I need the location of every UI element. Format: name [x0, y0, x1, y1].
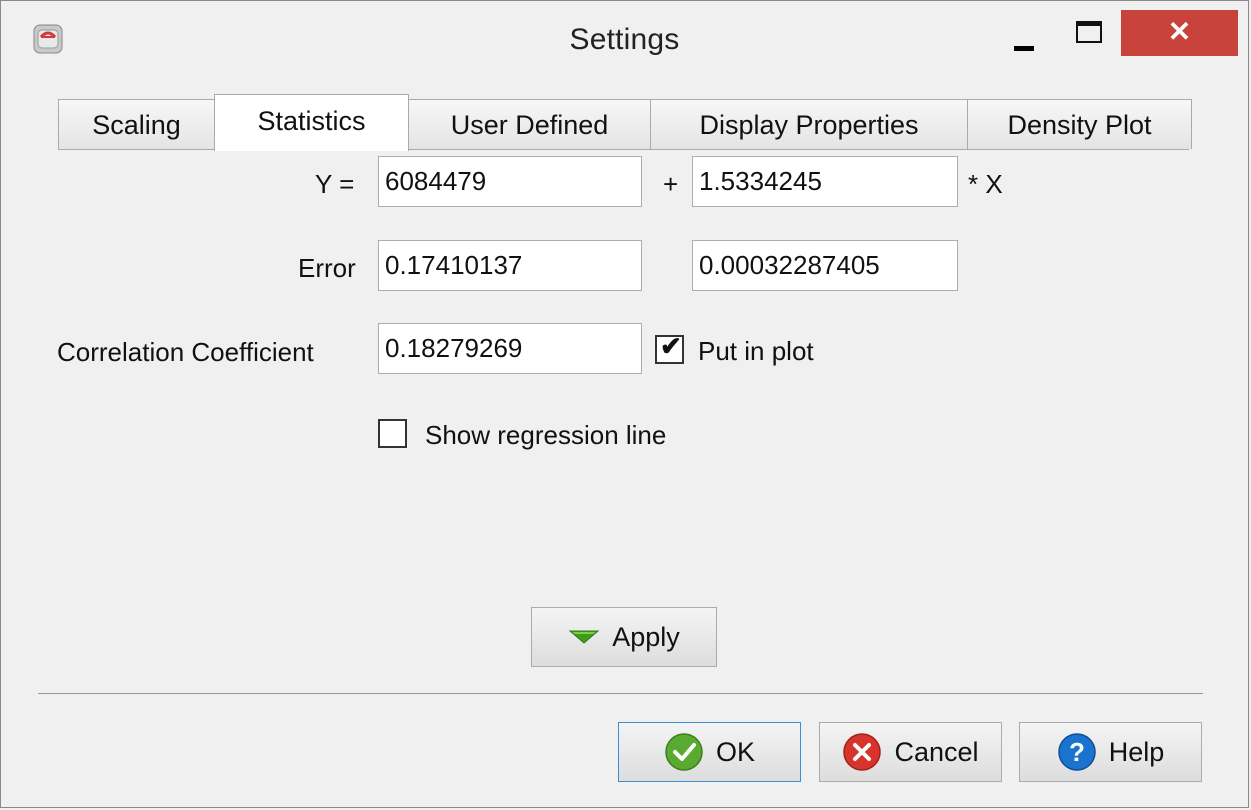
cancel-circle-icon [843, 733, 882, 771]
intercept-field[interactable] [378, 156, 642, 207]
help-label: Help [1108, 736, 1165, 767]
show-regression-checkbox[interactable] [378, 419, 407, 448]
put-in-plot-label: Put in plot [698, 336, 814, 366]
title-bar: Settings ✕ [1, 1, 1248, 93]
tab-scaling[interactable]: Scaling [58, 99, 215, 149]
plus-label: + [663, 169, 679, 199]
window-title: Settings [569, 23, 680, 56]
svg-text:?: ? [1069, 737, 1085, 767]
down-arrow-icon [568, 630, 600, 644]
show-regression-label: Show regression line [425, 420, 667, 450]
slope-field[interactable] [692, 156, 958, 207]
apply-button[interactable]: Apply [531, 607, 717, 667]
checkmark-circle-icon [665, 733, 703, 771]
put-in-plot-checkbox[interactable]: ✔ [655, 331, 684, 364]
checkmark-icon: ✔ [660, 331, 682, 361]
error-label: Error [298, 253, 356, 283]
ok-label: OK [715, 736, 755, 767]
help-circle-icon: ? [1057, 733, 1096, 771]
tab-statistics[interactable]: Statistics [214, 94, 409, 151]
settings-dialog: Settings ✕ Scaling Statistics User Defin… [0, 0, 1249, 808]
minimize-button[interactable] [1012, 24, 1038, 51]
times-x-label: * X [968, 169, 1003, 199]
correlation-label: Correlation Coefficient [57, 337, 314, 367]
tab-display-properties[interactable]: Display Properties [650, 99, 968, 149]
error-intercept-field[interactable] [378, 240, 642, 291]
button-separator [38, 693, 1203, 694]
tab-density-plot[interactable]: Density Plot [967, 99, 1192, 149]
ok-button[interactable]: OK [618, 722, 801, 782]
tab-user-defined[interactable]: User Defined [408, 99, 651, 149]
close-button[interactable]: ✕ [1121, 10, 1238, 56]
cancel-label: Cancel [894, 736, 979, 767]
apply-label: Apply [612, 621, 680, 652]
y-equals-label: Y = [315, 169, 355, 199]
maximize-button[interactable] [1076, 21, 1102, 43]
error-slope-field[interactable] [692, 240, 958, 291]
close-icon: ✕ [1167, 16, 1192, 47]
help-button[interactable]: ? Help [1019, 722, 1202, 782]
correlation-field[interactable] [378, 323, 642, 374]
cancel-button[interactable]: Cancel [819, 722, 1002, 782]
